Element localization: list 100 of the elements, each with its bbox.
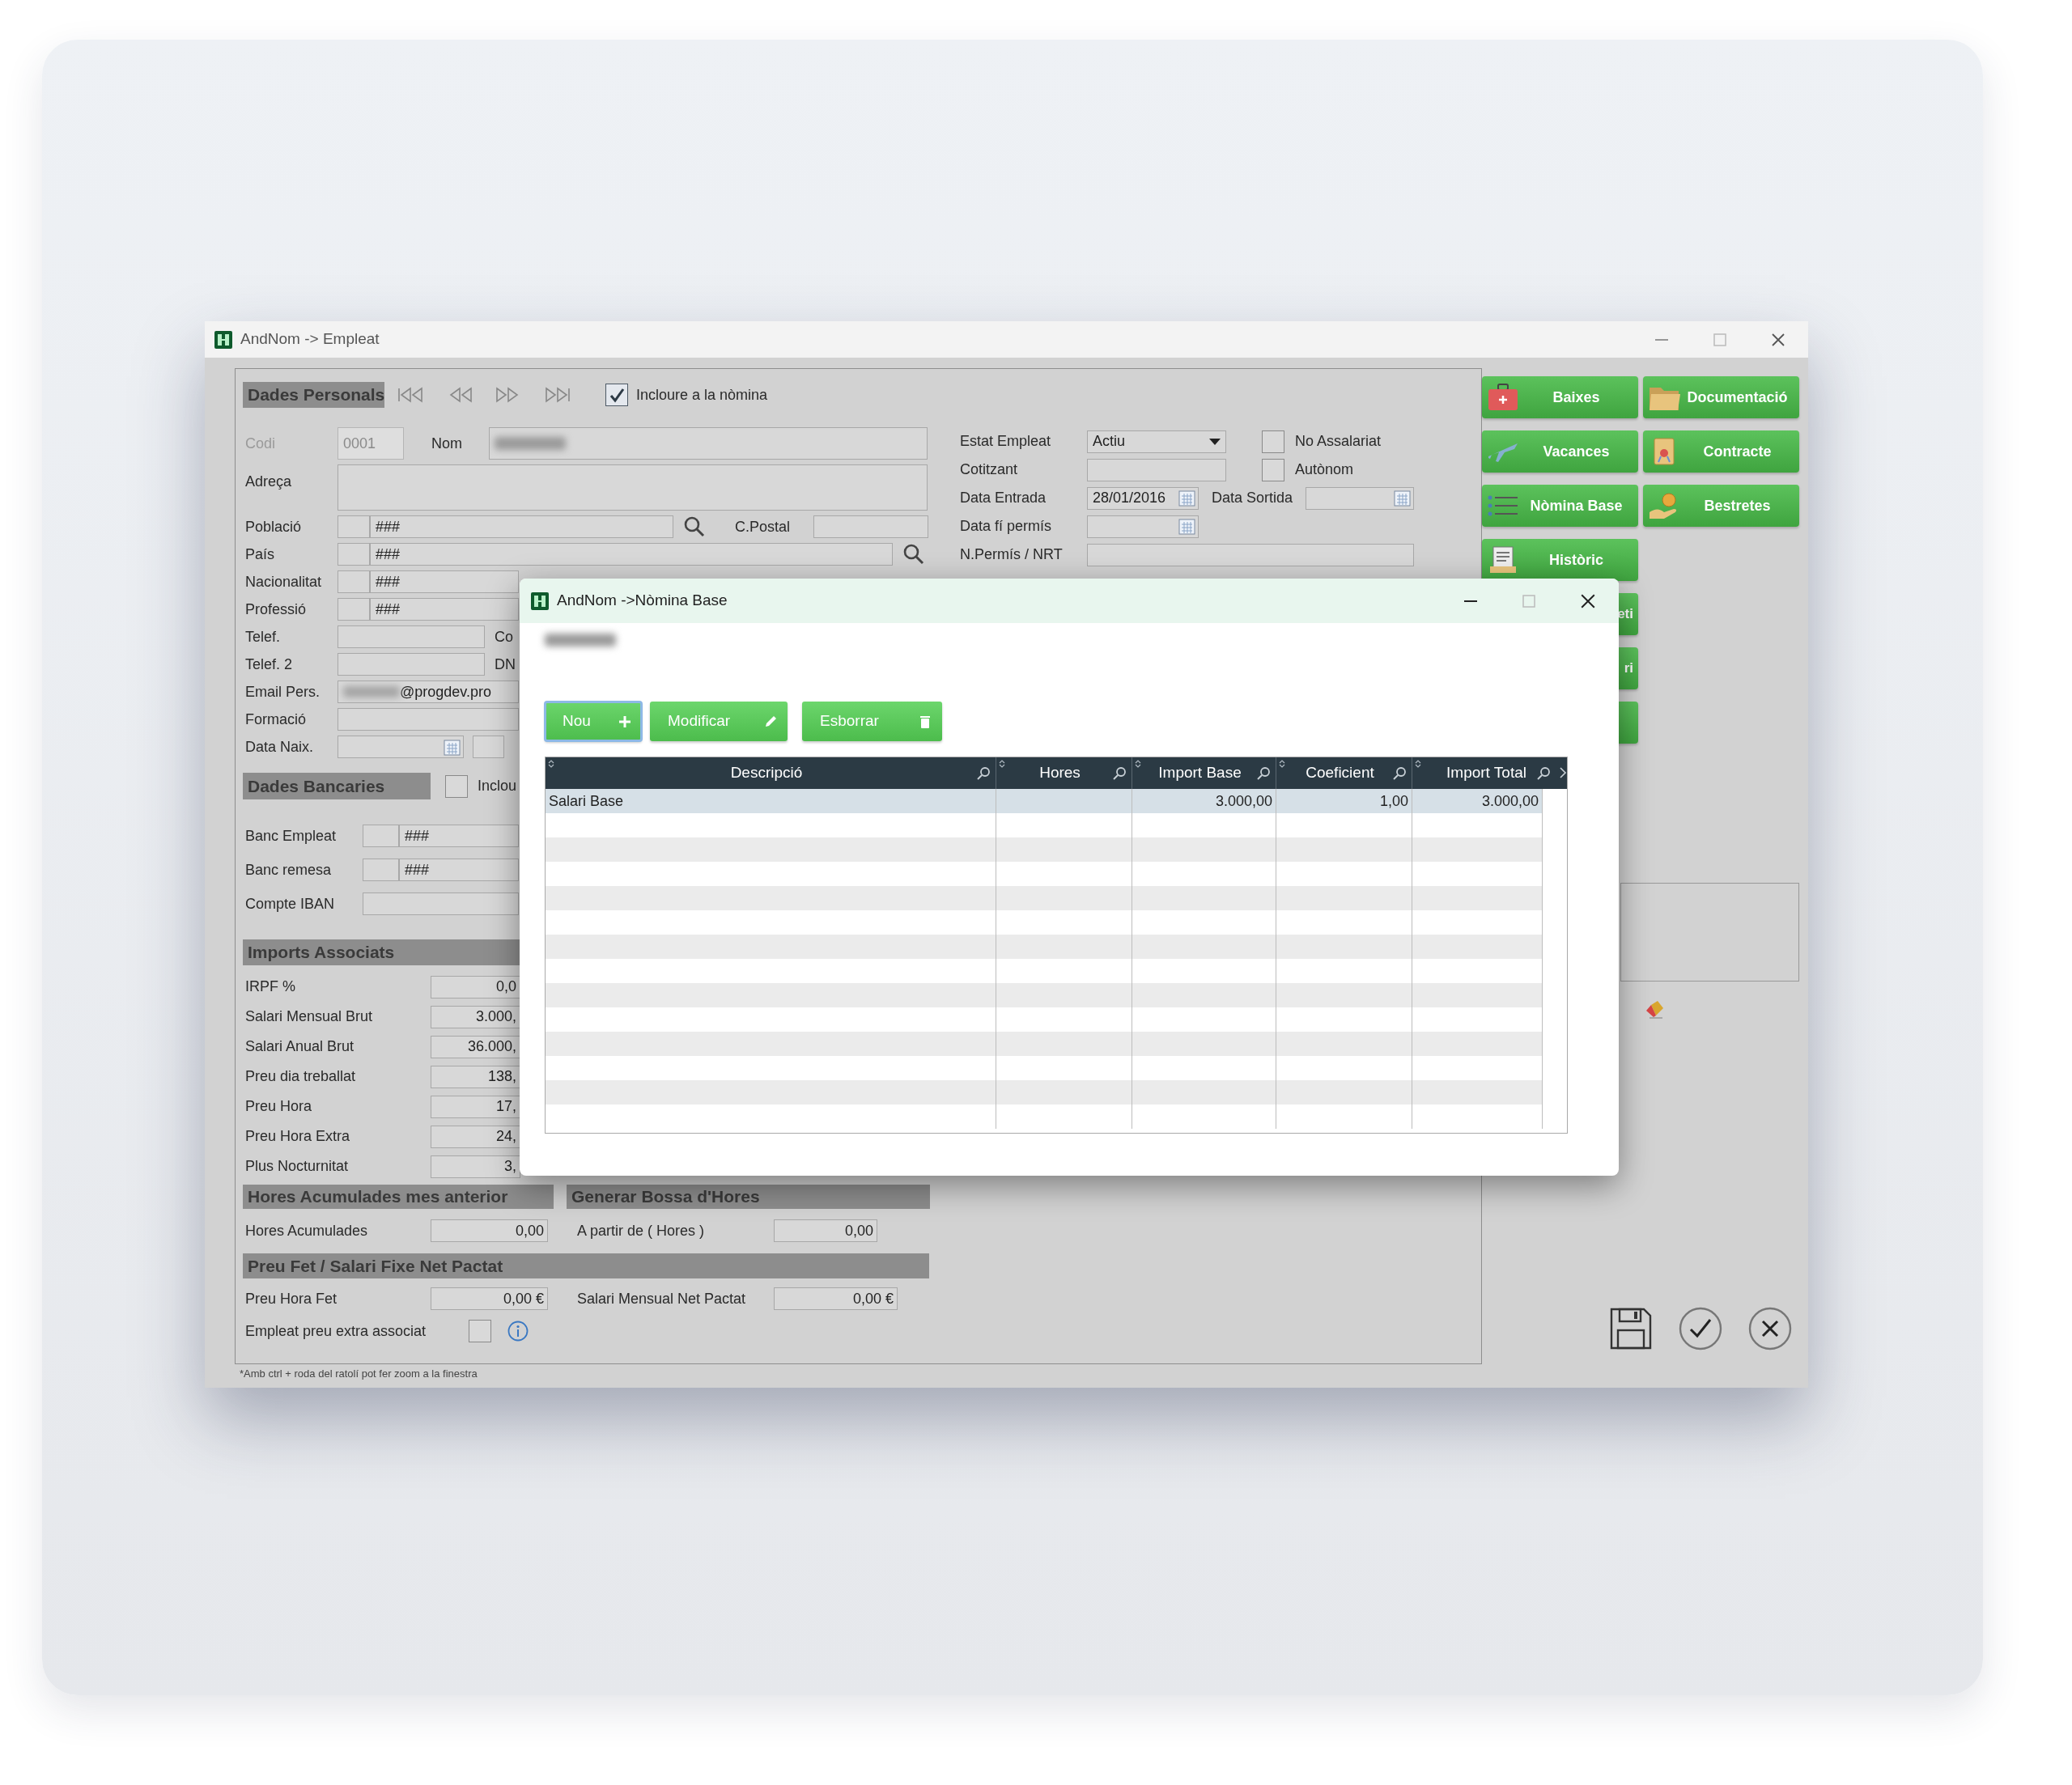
input-field[interactable]: 138, [431, 1065, 520, 1088]
close-icon[interactable] [1771, 332, 1785, 347]
input-field[interactable]: ### [370, 543, 893, 566]
input-field[interactable] [338, 515, 370, 538]
input-field[interactable] [338, 653, 485, 676]
field-label: Hores Acumulades [245, 1221, 369, 1240]
input-field[interactable]: ### [370, 598, 519, 621]
close-icon[interactable] [1580, 592, 1596, 609]
field-label: País [245, 545, 276, 564]
checkbox-label: No Assalariat [1295, 432, 1382, 451]
last-record-icon[interactable] [544, 386, 571, 404]
field-label: Formació [245, 710, 307, 729]
section-header: Dades Personals [243, 382, 384, 408]
maximize-icon[interactable] [1522, 593, 1536, 608]
input-field[interactable] [473, 736, 504, 758]
input-field[interactable]: ### [399, 859, 519, 881]
first-record-icon[interactable] [397, 386, 424, 404]
calendar-icon[interactable] [1394, 490, 1411, 507]
sort-icon[interactable] [999, 760, 1005, 768]
field-label: Data Sortida [1212, 489, 1294, 507]
checkbox[interactable] [469, 1320, 491, 1342]
sort-icon[interactable] [1279, 760, 1285, 768]
input-field[interactable] [363, 825, 399, 847]
date-field[interactable] [1306, 486, 1414, 510]
column-header[interactable]: Hores [1039, 761, 1081, 785]
input-field[interactable]: 24, [431, 1125, 520, 1148]
input-field[interactable]: 3, [431, 1155, 520, 1178]
input-field[interactable]: ### [399, 825, 519, 847]
section-header: Imports Associats [243, 939, 520, 965]
input-field[interactable]: ### [370, 570, 519, 593]
calendar-icon[interactable] [1178, 490, 1195, 507]
dropdown[interactable]: Actiu [1087, 430, 1226, 453]
input-field[interactable] [489, 427, 928, 460]
input-field[interactable] [1087, 543, 1414, 566]
cancel-icon[interactable] [1747, 1306, 1793, 1351]
maximize-icon[interactable] [1713, 332, 1727, 347]
input-field[interactable] [338, 570, 370, 593]
input-field[interactable] [363, 892, 519, 915]
checkbox-label: Inclou [478, 777, 517, 795]
input-field[interactable]: 0,0 [431, 975, 520, 998]
confirm-icon[interactable] [1678, 1306, 1723, 1351]
field-label: Adreça [245, 473, 293, 491]
input-field[interactable]: 3.000, [431, 1005, 520, 1028]
column-header[interactable]: Import Base [1158, 761, 1242, 785]
calendar-icon[interactable] [444, 738, 461, 756]
column-header[interactable]: Coeficient [1306, 761, 1374, 785]
calendar-icon[interactable] [1178, 518, 1195, 535]
section-header: Generar Bossa d'Hores [567, 1185, 930, 1209]
date-field[interactable] [1087, 515, 1199, 538]
input-field[interactable]: 0,00 € [431, 1287, 548, 1310]
search-icon[interactable] [1536, 766, 1551, 781]
input-field[interactable]: 0,00 [431, 1219, 548, 1242]
input-field[interactable] [338, 625, 485, 648]
field-label: Població [245, 517, 303, 536]
checkbox[interactable] [1262, 430, 1284, 453]
chevron-icon[interactable] [1559, 766, 1567, 779]
input-field[interactable]: 0,00 [774, 1219, 877, 1242]
pencil-icon [763, 714, 778, 729]
date-field[interactable]: 28/01/2016 [1087, 486, 1199, 510]
field-label: Email Pers. [245, 682, 321, 702]
section-header: Hores Acumulades mes anterior [243, 1185, 554, 1209]
search-icon[interactable] [683, 515, 706, 538]
table-cell-text: 1,00 [1379, 791, 1408, 811]
input-field[interactable] [363, 859, 399, 881]
field-label: Data Entrada [960, 489, 1047, 507]
search-icon[interactable] [1112, 766, 1127, 781]
search-icon[interactable] [976, 766, 991, 781]
input-field[interactable]: 36.000, [431, 1035, 520, 1058]
sort-icon[interactable] [1415, 760, 1421, 768]
input-field[interactable] [338, 464, 928, 511]
table-row[interactable]: Salari Base 3.000,00 1,00 3.000,00 [546, 789, 1543, 813]
input-field[interactable] [338, 543, 370, 566]
section-header: Dades Bancaries [243, 773, 431, 799]
input-field[interactable]: @progdev.pro [338, 681, 519, 703]
input-field[interactable] [338, 708, 519, 731]
column-header[interactable]: Descripció [730, 761, 803, 785]
input-field[interactable]: 0,00 € [774, 1287, 898, 1310]
column-header[interactable]: Import Total [1446, 761, 1526, 785]
input-field[interactable] [1087, 458, 1226, 481]
input-field[interactable] [813, 515, 928, 538]
field-label: Salari Mensual Brut [245, 1007, 374, 1026]
sort-icon[interactable] [1135, 760, 1141, 768]
input-field[interactable]: 17, [431, 1095, 520, 1118]
search-icon[interactable] [1392, 766, 1407, 781]
search-icon[interactable] [1256, 766, 1271, 781]
save-icon[interactable] [1608, 1306, 1654, 1351]
checkbox[interactable] [605, 384, 628, 406]
sort-icon[interactable] [548, 760, 554, 768]
info-icon[interactable] [507, 1321, 529, 1342]
checkbox[interactable] [445, 774, 468, 798]
input-field[interactable] [338, 598, 370, 621]
checkbox[interactable] [1262, 458, 1284, 481]
search-icon[interactable] [902, 543, 925, 566]
field-label: Compte IBAN [245, 894, 336, 914]
field-label: Preu Hora [245, 1097, 313, 1116]
input-field[interactable]: ### [370, 515, 673, 538]
caret-icon [1209, 438, 1221, 445]
date-field[interactable] [338, 736, 464, 758]
app-icon [531, 591, 549, 610]
window-title: AndNom -> Empleat [240, 329, 380, 350]
